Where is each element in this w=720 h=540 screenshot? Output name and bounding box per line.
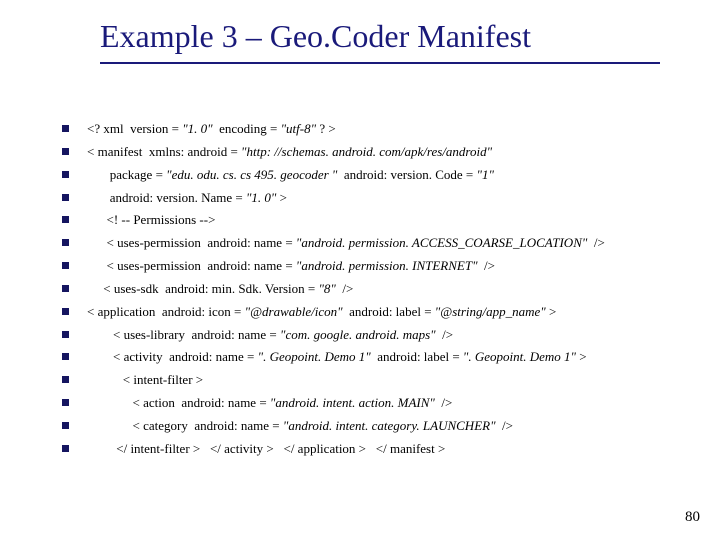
code-line: < activity android: name = ". Geopoint. … (62, 348, 680, 367)
code-line: < uses-permission android: name = "andro… (62, 257, 680, 276)
code-line: <! -- Permissions --> (62, 211, 680, 230)
square-bullet-icon (62, 148, 69, 155)
code-text: < uses-library android: name = "com. goo… (87, 326, 453, 345)
square-bullet-icon (62, 376, 69, 383)
square-bullet-icon (62, 422, 69, 429)
code-text: < uses-permission android: name = "andro… (87, 234, 605, 253)
code-text: < action android: name = "android. inten… (87, 394, 452, 413)
slide: Example 3 – Geo.Coder Manifest <? xml ve… (0, 0, 720, 540)
square-bullet-icon (62, 331, 69, 338)
square-bullet-icon (62, 308, 69, 315)
code-line: < action android: name = "android. inten… (62, 394, 680, 413)
square-bullet-icon (62, 171, 69, 178)
code-text: <? xml version = "1. 0" encoding = "utf-… (87, 120, 336, 139)
square-bullet-icon (62, 445, 69, 452)
square-bullet-icon (62, 194, 69, 201)
code-text: package = "edu. odu. cs. cs 495. geocode… (87, 166, 494, 185)
title-underline (100, 62, 660, 64)
code-text: </ intent-filter > </ activity > </ appl… (87, 440, 445, 459)
square-bullet-icon (62, 353, 69, 360)
code-text: < uses-sdk android: min. Sdk. Version = … (87, 280, 353, 299)
code-line: android: version. Name = "1. 0" > (62, 189, 680, 208)
code-text: < intent-filter > (87, 371, 203, 390)
square-bullet-icon (62, 262, 69, 269)
code-line: </ intent-filter > </ activity > </ appl… (62, 440, 680, 459)
code-text: android: version. Name = "1. 0" > (87, 189, 287, 208)
code-text: < uses-permission android: name = "andro… (87, 257, 495, 276)
code-line: < category android: name = "android. int… (62, 417, 680, 436)
square-bullet-icon (62, 285, 69, 292)
page-number: 80 (685, 509, 700, 526)
code-text: < application android: icon = "@drawable… (87, 303, 556, 322)
code-text: < category android: name = "android. int… (87, 417, 513, 436)
square-bullet-icon (62, 216, 69, 223)
code-text: < manifest xmlns: android = "http: //sch… (87, 143, 492, 162)
code-text: < activity android: name = ". Geopoint. … (87, 348, 587, 367)
code-line: < manifest xmlns: android = "http: //sch… (62, 143, 680, 162)
content-body: <? xml version = "1. 0" encoding = "utf-… (62, 120, 680, 463)
square-bullet-icon (62, 399, 69, 406)
square-bullet-icon (62, 125, 69, 132)
slide-title: Example 3 – Geo.Coder Manifest (100, 18, 531, 55)
code-line: < intent-filter > (62, 371, 680, 390)
code-line: < uses-library android: name = "com. goo… (62, 326, 680, 345)
code-text: <! -- Permissions --> (87, 211, 215, 230)
code-line: < uses-sdk android: min. Sdk. Version = … (62, 280, 680, 299)
code-line: < uses-permission android: name = "andro… (62, 234, 680, 253)
code-line: package = "edu. odu. cs. cs 495. geocode… (62, 166, 680, 185)
code-line: <? xml version = "1. 0" encoding = "utf-… (62, 120, 680, 139)
square-bullet-icon (62, 239, 69, 246)
code-line: < application android: icon = "@drawable… (62, 303, 680, 322)
